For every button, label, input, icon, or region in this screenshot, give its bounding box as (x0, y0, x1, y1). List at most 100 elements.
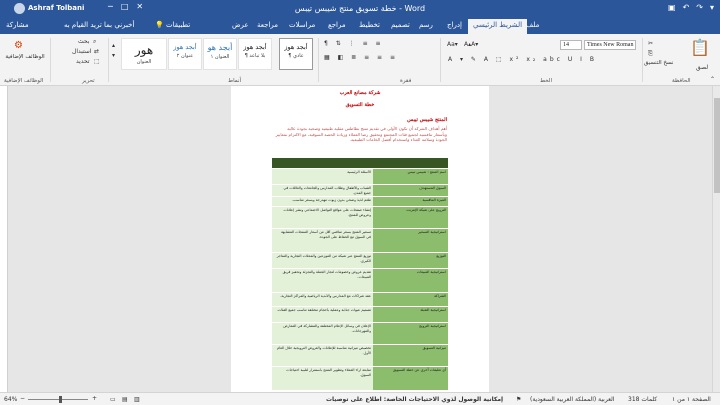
redo-icon[interactable]: ↷ (696, 3, 703, 12)
cut-icon[interactable]: ✂ (648, 40, 653, 47)
font-size-input[interactable]: 14 (560, 40, 582, 50)
style-sample: أبجد هوز (173, 43, 197, 51)
replace-button[interactable]: استبدال (72, 48, 92, 55)
table-cell-topic[interactable]: ميزانية التسويق (376, 346, 446, 351)
tab-insert[interactable]: إدراج (447, 21, 462, 29)
vertical-scrollbar[interactable] (712, 86, 720, 392)
table-cell-topic[interactable]: الميزة التنافسية (376, 198, 446, 203)
addins-group-label: الوظائف الإضافية (4, 78, 44, 84)
table-row-divider (272, 292, 448, 293)
paragraph-group-label: فقرة (400, 78, 412, 84)
accessibility-status[interactable]: إمكانية الوصول لذوي الاحتياجات الخاصة: ا… (326, 396, 503, 403)
addins-button[interactable]: الوظائف الإضافية (2, 54, 48, 60)
table-cell-topic[interactable]: السوق المستهدف (376, 186, 446, 191)
paste-icon[interactable]: 📋 (690, 38, 710, 57)
read-mode-icon[interactable]: ▥ (134, 396, 140, 403)
styles-scroll-down-icon[interactable]: ▾ (112, 52, 115, 59)
tab-file[interactable]: ملف (526, 21, 539, 29)
font-format-icons[interactable]: A ▾ ✎ A ⬚ x² x₂ abc U I B (448, 56, 597, 63)
intro-paragraph: أهم أهداف الشركة أن تكون الأولى في تقديم… (275, 126, 447, 143)
document-subtitle: خطة التسويق (345, 102, 375, 108)
table-cell-detail[interactable]: الشباب والأطفال وطلاب المدارس والجامعات … (276, 186, 371, 196)
zoom-level[interactable]: 64% (4, 396, 17, 403)
zoom-out-icon[interactable]: − (20, 395, 25, 402)
undo-icon[interactable]: ↶ (683, 3, 690, 12)
change-case-icon[interactable]: Aa▾ (447, 41, 458, 48)
tab-review[interactable]: مراجعة (257, 21, 278, 29)
save-icon[interactable]: ▣ (668, 3, 676, 12)
tab-view[interactable]: عرض (232, 21, 249, 29)
tell-me-box[interactable]: أخبرني بما تريد القيام به (64, 21, 134, 29)
style-label: العنوان (136, 59, 152, 65)
tab-apps[interactable]: تطبيقات (166, 21, 190, 29)
table-row-divider (272, 268, 448, 269)
quick-access-toolbar: ▣ ↶ ↷ ▾ (668, 3, 714, 12)
copy-icon[interactable]: ⎘ (648, 50, 653, 58)
marketing-table[interactable]: اسم المنتج : شيبس تيبس الأسئلة الرئيسية ال… (272, 158, 448, 390)
table-row-divider (272, 196, 448, 197)
word-count[interactable]: 318 كلمات (628, 396, 657, 403)
document-page[interactable]: شركة مصانع العرب خطة التسويق المنتج شيبس… (231, 86, 489, 392)
find-button[interactable]: بحث (78, 38, 89, 45)
paragraph-row2-icons[interactable]: ▦ ◧ ≣ ≡ ≡ ≡ (324, 54, 398, 61)
print-layout-icon[interactable]: ▤ (122, 396, 128, 403)
table-cell-detail[interactable]: متابعة آراء العملاء وتطوير المنتج باستمر… (276, 368, 371, 388)
styles-scroll-up-icon[interactable]: ▴ (112, 42, 115, 49)
table-cell-topic[interactable]: استراتيجية الترويج (376, 324, 446, 329)
style-normal[interactable]: أبجد هوز ¶ عادي (279, 38, 313, 70)
page-count[interactable]: الصفحة ١ من ١ (672, 396, 711, 403)
zoom-slider[interactable] (28, 399, 88, 400)
table-cell-detail[interactable]: توزيع المنتج عبر شبكة من الموزعين والمحل… (276, 254, 371, 268)
share-button[interactable]: مشاركة (6, 21, 29, 29)
select-button[interactable]: تحديد (76, 58, 90, 65)
tab-home[interactable]: الشريط الرئيسي (468, 19, 528, 34)
table-cell-detail[interactable]: عقد شراكات مع المدارس والأندية الرياضية … (276, 294, 371, 306)
table-cell-detail[interactable]: تسعير المنتج بسعر منافس أقل من أسعار الم… (276, 230, 371, 252)
style-label: العنوان ١ (210, 54, 230, 60)
table-cell-detail[interactable]: تصميم عبوات جذابة وعملية بأحجام مختلفة ت… (276, 308, 371, 322)
table-cell-topic[interactable]: الشراكة (376, 294, 446, 299)
collapse-ribbon-icon[interactable]: ⌃ (710, 76, 715, 83)
language-status[interactable]: العربية (المملكة العربية السعودية) (530, 396, 615, 403)
addins-icon[interactable]: ⚙ (14, 40, 23, 51)
table-cell-detail[interactable]: طعم لذيذ وصحي بدون زيوت مهدرجة وبسعر منا… (276, 198, 371, 206)
format-painter-button[interactable]: نسخ التنسيق (644, 60, 673, 66)
style-sample: أبجد هوز (243, 43, 267, 51)
web-layout-icon[interactable]: ▭ (110, 396, 116, 403)
accessibility-icon[interactable]: ⚑ (516, 396, 521, 403)
table-cell-detail[interactable]: تقديم عروض وخصومات لتجار الجملة والتجزئة… (276, 270, 371, 292)
table-cell-detail[interactable]: تخصيص ميزانية مناسبة للإعلانات والعروض ا… (276, 346, 371, 366)
tab-draw[interactable]: رسم (419, 21, 433, 29)
style-title[interactable]: هور العنوان (121, 38, 167, 70)
paragraph-row1-icons[interactable]: ¶ ⇅ ⋮ ≡ ≡ (324, 40, 384, 47)
zoom-slider-thumb[interactable] (59, 396, 63, 403)
tab-layout[interactable]: تخطيط (359, 21, 380, 29)
tab-design[interactable]: تصميم (391, 21, 410, 29)
table-cell-topic[interactable]: اسم المنتج : شيبس تيبس (376, 170, 446, 175)
table-cell-detail[interactable]: الأسئلة الرئيسية (276, 170, 371, 184)
zoom-in-icon[interactable]: + (92, 395, 97, 402)
style-heading2[interactable]: أبجد هوز عنوان ٢ (168, 38, 202, 70)
scrollbar-thumb[interactable] (714, 98, 720, 193)
customize-icon[interactable]: ▾ (710, 3, 714, 12)
style-heading1[interactable]: أبجد هو العنوان ١ (203, 38, 237, 70)
grow-font-icon[interactable]: A▴A▾ (464, 41, 478, 48)
table-row-divider (272, 344, 448, 345)
table-cell-topic[interactable]: استراتيجية التسعير (376, 230, 446, 235)
table-cell-topic[interactable]: استراتيجية المبيعات (376, 270, 446, 275)
paste-button[interactable]: لصق (696, 64, 708, 71)
tab-mailings[interactable]: مراسلات (289, 21, 315, 29)
vertical-ruler (0, 86, 8, 392)
table-cell-detail[interactable]: الإعلان في وسائل الإعلام المختلفة والمشا… (276, 324, 371, 344)
table-row-divider (272, 366, 448, 367)
tab-references[interactable]: مراجع (328, 21, 346, 29)
table-cell-topic[interactable]: الترويج على شبكة الإنترنت (376, 208, 446, 213)
table-cell-detail[interactable]: إنشاء صفحات على مواقع التواصل الاجتماعي … (276, 208, 371, 228)
font-group-label: الخط (540, 78, 552, 84)
font-name-input[interactable]: Times New Roman (584, 40, 636, 50)
table-cell-topic[interactable]: أي تعليقات أخرى عن خطة التسويق (376, 368, 446, 373)
table-cell-topic[interactable]: استراتيجية التعبئة (376, 308, 446, 313)
table-cell-topic[interactable]: التوزيع (376, 254, 446, 259)
group-separator (318, 38, 319, 82)
style-no-spacing[interactable]: أبجد هوز ¶ بلا تباعد (238, 38, 272, 70)
